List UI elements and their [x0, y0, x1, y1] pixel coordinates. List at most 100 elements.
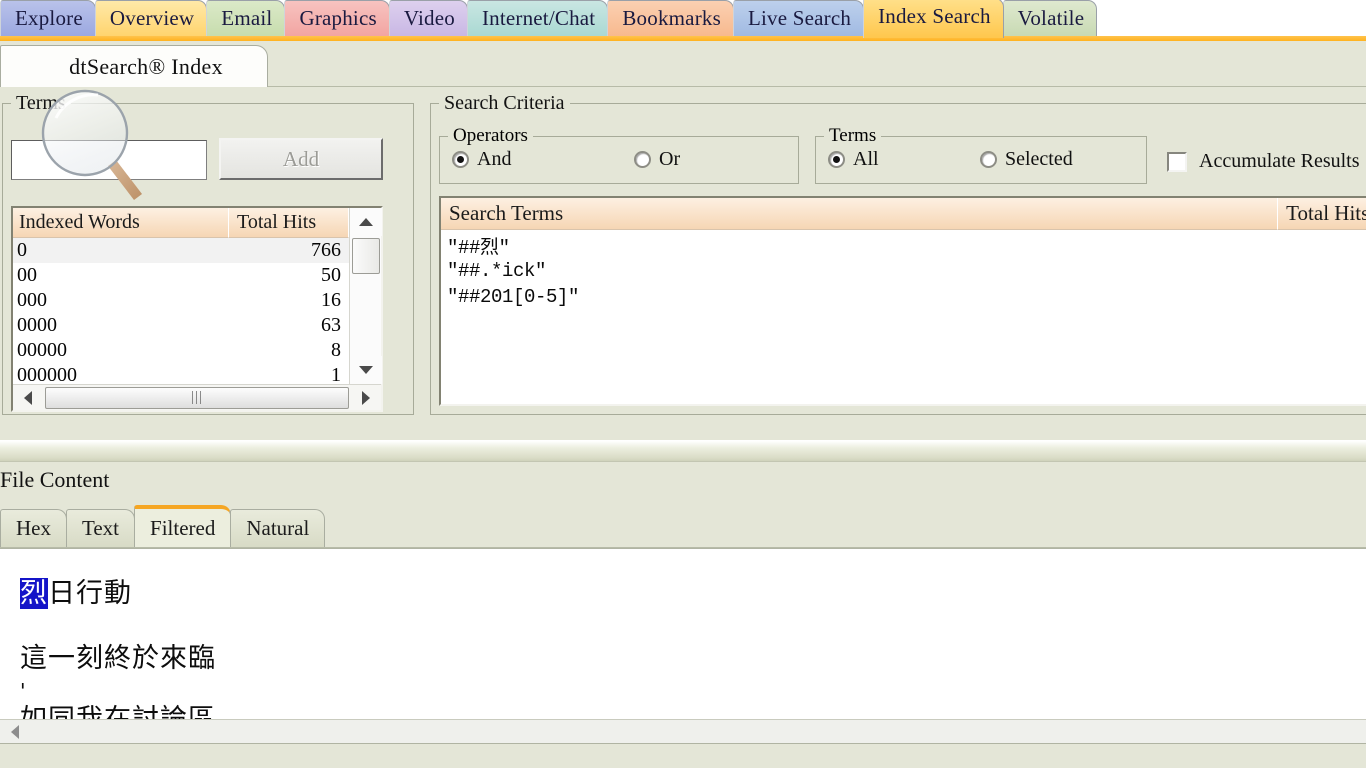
- search-term: "##201[0-5]": [447, 286, 580, 308]
- scroll-left-arrow-icon[interactable]: [0, 720, 30, 744]
- checkbox-label: Accumulate Results: [1199, 150, 1360, 172]
- tab-hex[interactable]: Hex: [0, 509, 67, 547]
- indexed-words-list[interactable]: Indexed Words Total Hits 0 766 00 50 000…: [11, 206, 383, 412]
- app-tab-label: Live Search: [747, 6, 852, 30]
- indexed-word: 00000: [17, 339, 67, 361]
- radio-label: All: [853, 148, 879, 170]
- column-header-search-total-hits[interactable]: Total Hits: [1278, 198, 1366, 230]
- index-search-pane: Terms Add Indexed Words Total Hits 0 766: [0, 87, 1366, 457]
- radio-terms-selected[interactable]: Selected: [980, 148, 1073, 171]
- radio-label: Selected: [1005, 148, 1073, 170]
- app-tab-live-search[interactable]: Live Search: [732, 0, 865, 38]
- search-terms-header: Search Terms Total Hits: [441, 198, 1366, 230]
- indexed-word-hits: 50: [321, 264, 341, 286]
- indexed-word-hits: 63: [321, 314, 341, 336]
- horizontal-scrollbar-thumb[interactable]: |||: [45, 386, 349, 409]
- sub-tab-dtsearch-index[interactable]: dtSearch® Index: [0, 45, 268, 87]
- radio-terms-all[interactable]: All: [828, 148, 879, 171]
- term-search-input[interactable]: [11, 140, 207, 180]
- tab-label: Natural: [246, 516, 310, 540]
- column-header-label: Total Hits: [1286, 201, 1366, 225]
- app-tab-internet-chat[interactable]: Internet/Chat: [466, 0, 609, 38]
- file-content-tab-strip: Hex Text Filtered Natural: [0, 505, 1366, 548]
- tab-label: Hex: [16, 516, 51, 540]
- app-tab-bookmarks[interactable]: Bookmarks: [607, 0, 734, 38]
- file-content-title: File Content: [0, 467, 110, 492]
- column-header-total-hits[interactable]: Total Hits: [229, 208, 349, 238]
- app-tab-label: Explore: [15, 6, 83, 30]
- indexed-word: 0000: [17, 314, 57, 336]
- table-row[interactable]: 000 16: [13, 288, 349, 313]
- indexed-list-horizontal-scrollbar[interactable]: |||: [13, 384, 381, 410]
- indexed-list-vertical-scrollbar[interactable]: [349, 208, 382, 384]
- terms-groupbox: Terms Add Indexed Words Total Hits 0 766: [2, 92, 414, 415]
- radio-operator-and[interactable]: And: [452, 148, 511, 171]
- table-row[interactable]: "##烈": [441, 232, 1366, 259]
- indexed-word-hits: 766: [311, 239, 341, 261]
- tab-label: Filtered: [150, 515, 216, 540]
- search-criteria-legend: Search Criteria: [439, 92, 570, 115]
- table-row[interactable]: 0 766: [13, 238, 349, 263]
- app-tab-email[interactable]: Email: [206, 0, 286, 38]
- indexed-word: 0: [17, 239, 27, 261]
- app-tab-graphics[interactable]: Graphics: [284, 0, 390, 38]
- search-terms-list[interactable]: Search Terms Total Hits "##烈" "##.*ick" …: [439, 196, 1366, 406]
- app-tab-label: Index Search: [878, 4, 991, 28]
- tab-filtered[interactable]: Filtered: [134, 505, 232, 547]
- checkbox-accumulate-results[interactable]: Accumulate Results: [1167, 150, 1360, 173]
- radio-indicator-icon: [452, 151, 469, 168]
- app-tab-explore[interactable]: Explore: [0, 0, 96, 38]
- app-tab-strip: Explore Overview Email Graphics Video In…: [0, 0, 1366, 38]
- app-tab-video[interactable]: Video: [388, 0, 468, 38]
- checkbox-indicator-icon: [1167, 151, 1187, 172]
- radio-indicator-icon: [828, 151, 845, 168]
- add-term-button-label: Add: [282, 146, 320, 171]
- column-header-label: Search Terms: [449, 201, 564, 225]
- app-tab-bar: Explore Overview Email Graphics Video In…: [0, 0, 1366, 42]
- terms-scope-legend: Terms: [824, 125, 882, 147]
- table-row[interactable]: 0000 63: [13, 313, 349, 338]
- file-content-horizontal-scrollbar[interactable]: [0, 719, 1366, 743]
- tab-text[interactable]: Text: [66, 509, 136, 547]
- app-tab-overview[interactable]: Overview: [94, 0, 208, 38]
- operators-legend: Operators: [448, 125, 533, 147]
- app-tab-label: Bookmarks: [622, 6, 721, 30]
- column-header-search-terms[interactable]: Search Terms: [441, 198, 1279, 230]
- search-hit-highlight: 烈: [20, 578, 48, 609]
- radio-indicator-icon: [634, 151, 651, 168]
- tab-natural[interactable]: Natural: [230, 509, 326, 547]
- pane-splitter[interactable]: [0, 440, 1366, 462]
- sub-tab-bar: dtSearch® Index: [0, 41, 1366, 87]
- terms-groupbox-legend: Terms: [11, 92, 71, 115]
- scroll-down-arrow-icon[interactable]: [350, 356, 382, 384]
- scroll-right-arrow-icon[interactable]: [351, 386, 381, 410]
- tab-label: Text: [82, 516, 120, 540]
- sub-tab-label: dtSearch® Index: [69, 53, 223, 79]
- table-row[interactable]: 00000 8: [13, 338, 349, 363]
- vertical-scrollbar-thumb[interactable]: [352, 238, 380, 274]
- indexed-word: 000: [17, 289, 47, 311]
- radio-operator-or[interactable]: Or: [634, 148, 680, 171]
- table-row[interactable]: "##201[0-5]" 7: [441, 284, 1366, 310]
- indexed-words-header: Indexed Words Total Hits: [13, 208, 381, 238]
- file-content-viewer[interactable]: 烈日行動 這一刻終於來臨 ' 如同我在討論區: [0, 548, 1366, 744]
- scroll-up-arrow-icon[interactable]: [350, 208, 382, 236]
- app-tab-volatile[interactable]: Volatile: [1002, 0, 1098, 38]
- add-term-button[interactable]: Add: [219, 138, 383, 180]
- radio-label: And: [477, 148, 512, 170]
- table-row[interactable]: 00 50: [13, 263, 349, 288]
- search-term-hits: 7: [1277, 286, 1366, 309]
- search-terms-rows: "##烈" "##.*ick" "##201[0-5]" 7: [441, 232, 1366, 310]
- app-tab-index-search[interactable]: Index Search: [863, 0, 1004, 38]
- indexed-word-hits: 16: [321, 289, 341, 311]
- search-term: "##.*ick": [447, 260, 547, 282]
- app-tab-label: Overview: [109, 6, 195, 30]
- app-tab-label: Video: [403, 6, 455, 30]
- radio-label: Or: [659, 148, 681, 170]
- table-row[interactable]: "##.*ick": [441, 258, 1366, 284]
- app-tab-label: Graphics: [299, 6, 377, 30]
- indexed-word: 00: [17, 264, 37, 286]
- column-header-indexed-words[interactable]: Indexed Words: [13, 208, 229, 238]
- column-header-label: Total Hits: [237, 211, 317, 233]
- scroll-left-arrow-icon[interactable]: [13, 386, 43, 410]
